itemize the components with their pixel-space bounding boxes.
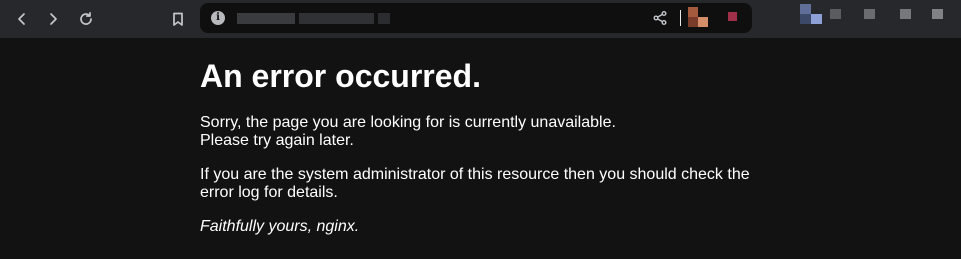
reload-button[interactable]: [74, 7, 98, 31]
browser-toolbar: i: [0, 0, 961, 38]
toolbar-extension-icon[interactable]: [864, 9, 875, 19]
extension-icon[interactable]: [688, 17, 698, 27]
chevron-left-icon: [18, 13, 25, 25]
toolbar-extension-icon[interactable]: [900, 9, 911, 19]
error-message-line2: Please try again later.: [200, 132, 354, 149]
bookmark-button[interactable]: [166, 7, 190, 31]
admin-note: If you are the system administrator of t…: [200, 166, 750, 201]
url-text-redacted: [299, 13, 374, 24]
info-icon[interactable]: i: [211, 11, 225, 25]
extension-icon[interactable]: [698, 17, 708, 27]
toolbar-divider: [680, 10, 681, 26]
menu-icon[interactable]: [932, 9, 943, 19]
bookmark-icon: [173, 12, 183, 26]
chevron-right-icon: [50, 13, 57, 25]
share-icon[interactable]: [652, 10, 668, 26]
toolbar-extension-icon[interactable]: [830, 9, 841, 19]
forward-button[interactable]: [41, 7, 65, 31]
reload-icon: [80, 11, 92, 25]
url-text-redacted: [237, 13, 295, 24]
profile-avatar[interactable]: [811, 14, 822, 24]
error-page: An error occurred. Sorry, the page you a…: [200, 56, 760, 252]
page-title: An error occurred.: [200, 58, 481, 94]
extension-icon[interactable]: [688, 7, 698, 17]
profile-avatar[interactable]: [800, 14, 811, 24]
address-bar[interactable]: i: [200, 3, 752, 33]
error-message-line1: Sorry, the page you are looking for is c…: [200, 114, 616, 131]
url-text-redacted: [378, 13, 390, 24]
signature: Faithfully yours, nginx.: [200, 218, 360, 235]
error-message: Sorry, the page you are looking for is c…: [200, 114, 760, 150]
extension-icon[interactable]: [728, 12, 737, 21]
back-button[interactable]: [10, 7, 34, 31]
profile-avatar[interactable]: [800, 4, 811, 14]
